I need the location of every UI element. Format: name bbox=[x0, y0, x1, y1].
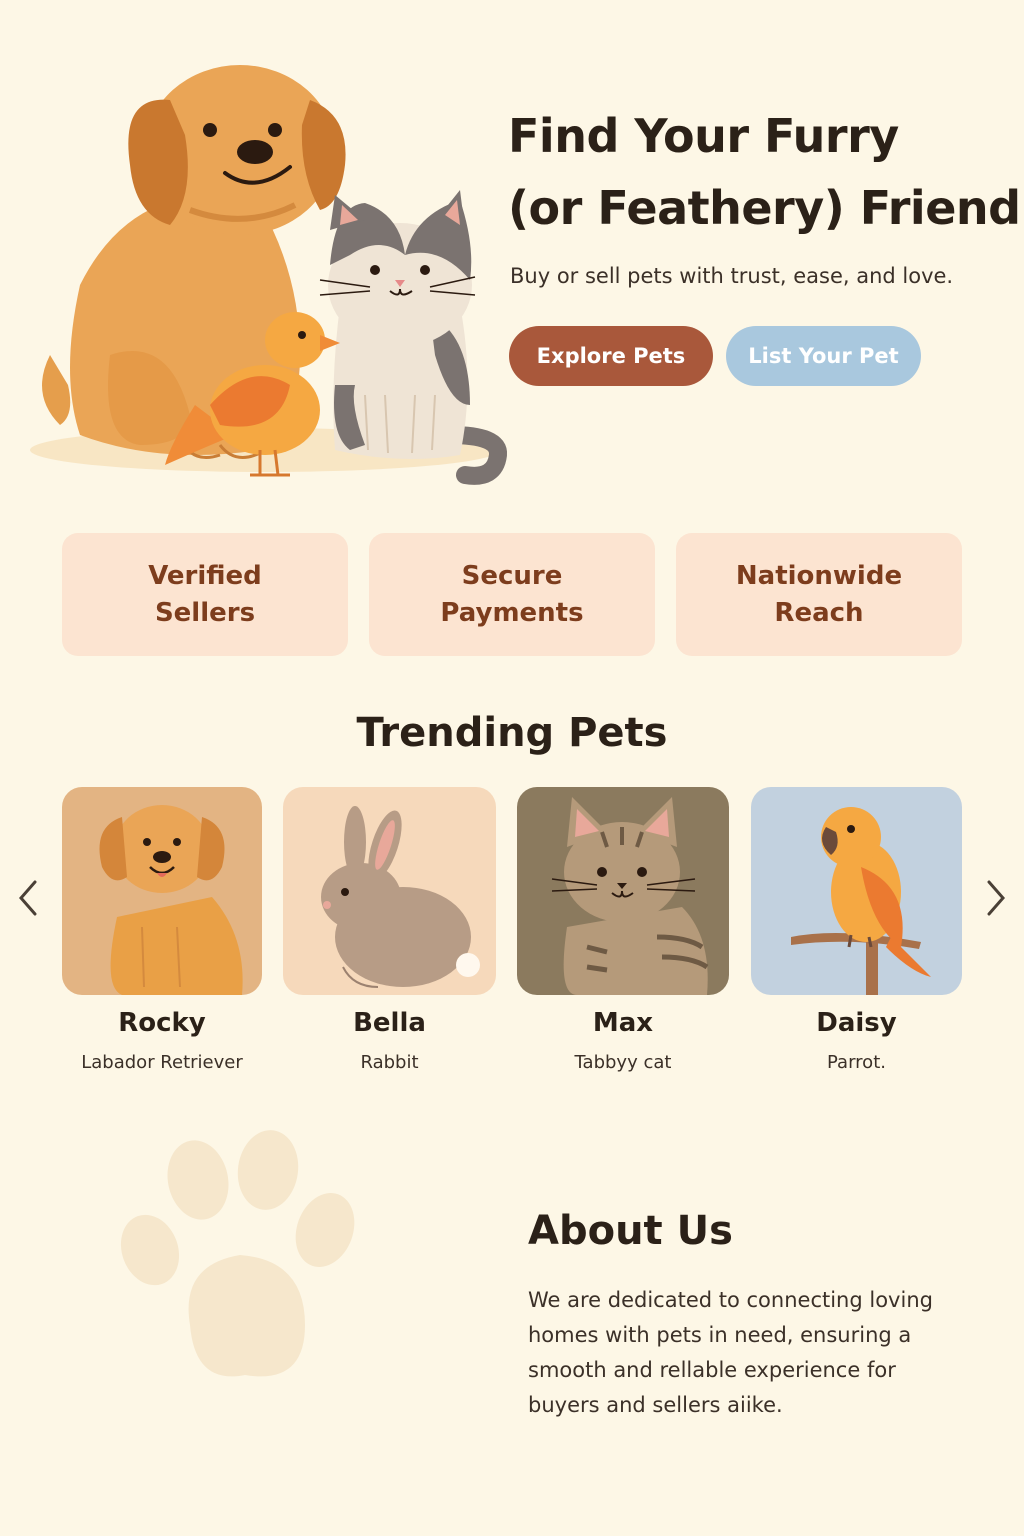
hero-title: Find Your Furry (or Feathery) Friend bbox=[508, 100, 1021, 244]
trending-title: Trending Pets bbox=[356, 710, 668, 756]
about-title: About Us bbox=[528, 1208, 733, 1254]
feature-label: Payments bbox=[440, 597, 584, 628]
hero-illustration bbox=[30, 65, 507, 485]
dog-icon bbox=[99, 805, 243, 995]
chevron-left-icon[interactable] bbox=[16, 878, 40, 918]
about-text-line: buyers and sellers aiike. bbox=[528, 1393, 783, 1417]
parrot-icon bbox=[791, 807, 931, 995]
hero-subtitle: Buy or sell pets with trust, ease, and l… bbox=[510, 264, 954, 288]
pet-name: Daisy bbox=[816, 1008, 897, 1038]
hero-title-line2: (or Feathery) Friend bbox=[508, 181, 1021, 235]
explore-pets-button[interactable]: Explore Pets bbox=[509, 326, 713, 386]
pet-card-image[interactable] bbox=[283, 787, 496, 995]
feature-label: Sellers bbox=[154, 597, 256, 628]
pet-breed: Labador Retriever bbox=[81, 1052, 243, 1073]
about-text-line: smooth and rellable experience for bbox=[528, 1358, 896, 1382]
feature-label: Verified bbox=[148, 560, 262, 591]
feature-label: Secure bbox=[461, 560, 563, 591]
pet-card-image[interactable] bbox=[517, 787, 729, 995]
cat-icon bbox=[551, 797, 709, 995]
pet-breed: Rabbit bbox=[360, 1052, 419, 1073]
pet-card-image[interactable] bbox=[751, 787, 962, 995]
pet-name: Bella bbox=[353, 1008, 426, 1038]
pet-breed: Tabbyy cat bbox=[574, 1052, 672, 1073]
pet-name: Max bbox=[592, 1008, 654, 1038]
rabbit-icon bbox=[321, 806, 480, 988]
pet-name: Rocky bbox=[118, 1008, 206, 1038]
hero-title-line1: Find Your Furry bbox=[508, 109, 899, 163]
feature-secure-payments: Secure Payments bbox=[369, 533, 655, 656]
paw-print-icon bbox=[120, 1130, 355, 1377]
feature-nationwide-reach: Nationwide Reach bbox=[676, 533, 962, 656]
cat-icon bbox=[319, 190, 507, 485]
pet-breed: Parrot. bbox=[827, 1052, 886, 1073]
feature-verified-sellers: Verified Sellers bbox=[62, 533, 348, 656]
feature-label: Reach bbox=[774, 597, 864, 628]
chevron-right-icon[interactable] bbox=[984, 878, 1008, 918]
about-text-line: We are dedicated to connecting loving bbox=[528, 1288, 933, 1312]
list-your-pet-button[interactable]: List Your Pet bbox=[726, 326, 921, 386]
pet-card-image[interactable] bbox=[62, 787, 262, 995]
about-text-line: homes with pets in need, ensuring a bbox=[528, 1323, 912, 1347]
about-text: We are dedicated to connecting loving ho… bbox=[528, 1283, 988, 1423]
feature-label: Nationwide bbox=[735, 560, 903, 591]
